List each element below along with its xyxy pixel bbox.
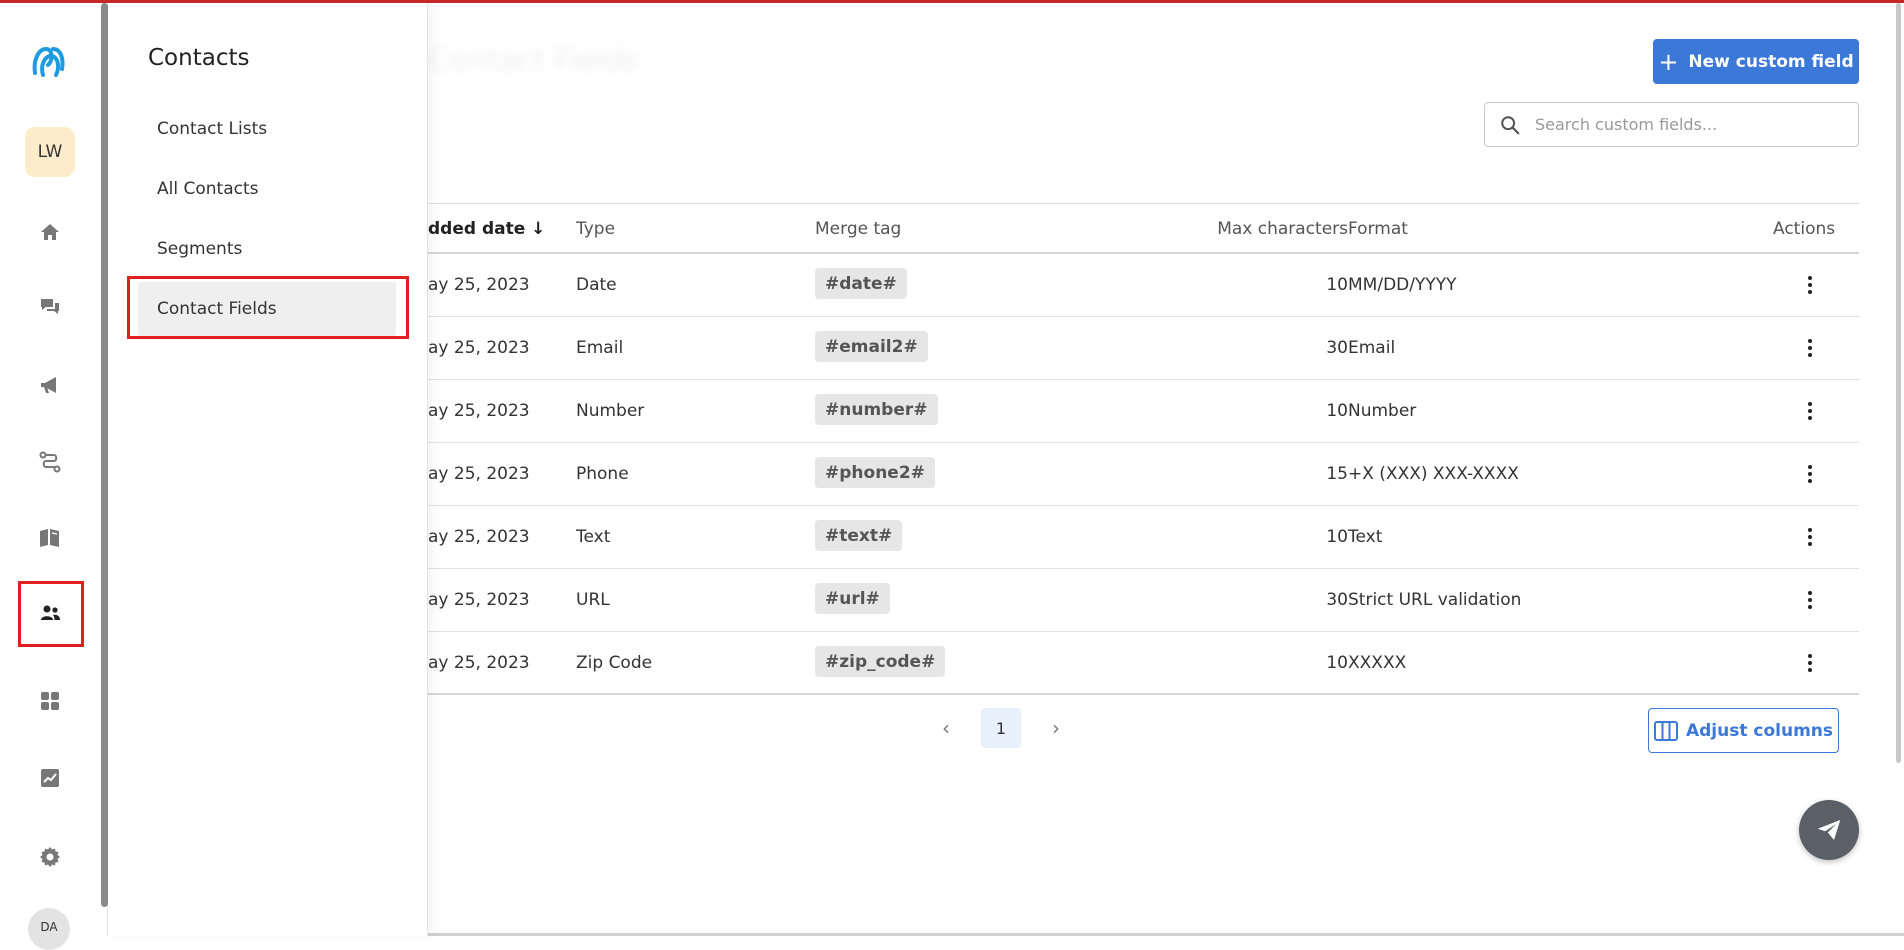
search-icon [1501, 115, 1520, 134]
home-icon[interactable] [26, 208, 74, 256]
cell-type: Zip Code [576, 653, 653, 673]
adjust-columns-label: Adjust columns [1685, 720, 1834, 741]
cell-max-characters: 10 [1326, 653, 1348, 673]
cell-max-characters: 30 [1326, 338, 1348, 358]
table-row[interactable]: ay 25, 2023 Phone #phone2# 15 +X (XXX) X… [428, 443, 1859, 506]
cell-max-characters: 10 [1326, 527, 1348, 547]
cell-format: Strict URL validation [1348, 590, 1522, 610]
cell-added-date: ay 25, 2023 [428, 590, 530, 610]
workspace-badge[interactable]: LW [25, 127, 75, 177]
cell-added-date: ay 25, 2023 [428, 527, 530, 547]
cell-type: URL [576, 590, 610, 610]
column-max-characters[interactable]: Max characters [1163, 219, 1348, 239]
merge-tag-badge: #url# [815, 583, 890, 614]
row-actions-kebab-icon[interactable] [1801, 400, 1819, 422]
top-border [0, 0, 1904, 3]
table-row[interactable]: ay 25, 2023 Date #date# 10 MM/DD/YYYY [428, 254, 1859, 317]
cell-added-date: ay 25, 2023 [428, 338, 530, 358]
settings-icon[interactable] [26, 833, 74, 881]
custom-fields-table: dded date ↓ Type Merge tag Max character… [428, 203, 1859, 695]
column-format[interactable]: Format [1348, 219, 1408, 239]
cell-max-characters: 30 [1326, 590, 1348, 610]
cell-added-date: ay 25, 2023 [428, 653, 530, 673]
cell-type: Phone [576, 464, 629, 484]
cell-added-date: ay 25, 2023 [428, 275, 530, 295]
column-type[interactable]: Type [576, 219, 615, 239]
row-actions-kebab-icon[interactable] [1801, 526, 1819, 548]
cell-added-date: ay 25, 2023 [428, 401, 530, 421]
column-actions: Actions [1773, 219, 1836, 239]
cell-type: Number [576, 401, 645, 421]
rail-scrollbar[interactable] [101, 3, 108, 907]
table-header: dded date ↓ Type Merge tag Max character… [428, 203, 1859, 254]
cell-format: Number [1348, 401, 1417, 421]
pagination: ‹ 1 › [428, 708, 1859, 748]
icon-rail: LW DA [0, 3, 108, 950]
next-page-icon[interactable]: › [1046, 716, 1066, 740]
contact-fields-highlight-box [127, 276, 409, 339]
cell-type: Date [576, 275, 617, 295]
cell-format: +X (XXX) XXX-XXXX [1348, 464, 1519, 484]
apps-icon[interactable] [26, 677, 74, 725]
row-actions-kebab-icon[interactable] [1801, 589, 1819, 611]
row-actions-kebab-icon[interactable] [1801, 652, 1819, 674]
book-icon[interactable] [26, 513, 74, 561]
analytics-icon[interactable] [26, 754, 74, 802]
cell-type: Text [576, 527, 611, 547]
merge-tag-badge: #phone2# [815, 457, 935, 488]
row-actions-kebab-icon[interactable] [1801, 463, 1819, 485]
megaphone-icon[interactable] [26, 361, 74, 409]
flyout-title: Contacts [148, 45, 250, 71]
cell-type: Email [576, 338, 624, 358]
adjust-columns-button[interactable]: Adjust columns [1648, 708, 1839, 753]
menu-item-segments[interactable]: Segments [138, 222, 396, 276]
cell-format: MM/DD/YYYY [1348, 275, 1457, 295]
merge-tag-badge: #number# [815, 394, 938, 425]
new-custom-field-label: New custom field [1688, 51, 1854, 72]
menu-item-all-contacts[interactable]: All Contacts [138, 162, 396, 216]
table-row[interactable]: ay 25, 2023 Number #number# 10 Number [428, 380, 1859, 443]
columns-icon [1653, 720, 1678, 741]
app-logo-icon[interactable] [27, 39, 71, 83]
search-box[interactable] [1484, 102, 1859, 147]
plus-icon: + [1658, 47, 1679, 76]
merge-tag-badge: #zip_code# [815, 646, 946, 677]
table-row[interactable]: ay 25, 2023 Zip Code #zip_code# 10 XXXXX [428, 632, 1859, 695]
send-icon[interactable] [1799, 800, 1859, 860]
column-added-date[interactable]: dded date ↓ [428, 219, 545, 239]
cell-max-characters: 15 [1326, 464, 1348, 484]
merge-tag-badge: #text# [815, 520, 903, 551]
new-custom-field-button[interactable]: + New custom field [1653, 39, 1859, 84]
cell-max-characters: 10 [1326, 275, 1348, 295]
cell-added-date: ay 25, 2023 [428, 464, 530, 484]
cell-format: Text [1348, 527, 1383, 547]
row-actions-kebab-icon[interactable] [1801, 274, 1819, 296]
page-scrollbar[interactable] [1896, 3, 1901, 763]
merge-tag-badge: #email2# [815, 331, 928, 362]
page-title: Contact Fields [428, 43, 640, 78]
column-merge-tag[interactable]: Merge tag [815, 219, 901, 239]
table-row[interactable]: ay 25, 2023 Text #text# 10 Text [428, 506, 1859, 569]
main-content: Contact Fields + New custom field dded d… [428, 3, 1904, 936]
contacts-highlight-box [18, 581, 84, 647]
cell-max-characters: 10 [1326, 401, 1348, 421]
table-row[interactable]: ay 25, 2023 URL #url# 30 Strict URL vali… [428, 569, 1859, 632]
search-input[interactable] [1535, 115, 1835, 134]
merge-tag-badge: #date# [815, 268, 907, 299]
contacts-flyout-menu: Contacts Contact Lists All Contacts Segm… [108, 3, 428, 936]
table-row[interactable]: ay 25, 2023 Email #email2# 30 Email [428, 317, 1859, 380]
previous-page-icon[interactable]: ‹ [936, 716, 956, 740]
menu-item-contact-lists[interactable]: Contact Lists [138, 102, 396, 156]
cell-format: Email [1348, 338, 1396, 358]
page-number-button[interactable]: 1 [981, 708, 1021, 748]
user-avatar[interactable]: DA [28, 908, 70, 950]
cell-format: XXXXX [1348, 653, 1407, 673]
flow-icon[interactable] [26, 438, 74, 486]
row-actions-kebab-icon[interactable] [1801, 337, 1819, 359]
chat-icon[interactable] [26, 283, 74, 331]
